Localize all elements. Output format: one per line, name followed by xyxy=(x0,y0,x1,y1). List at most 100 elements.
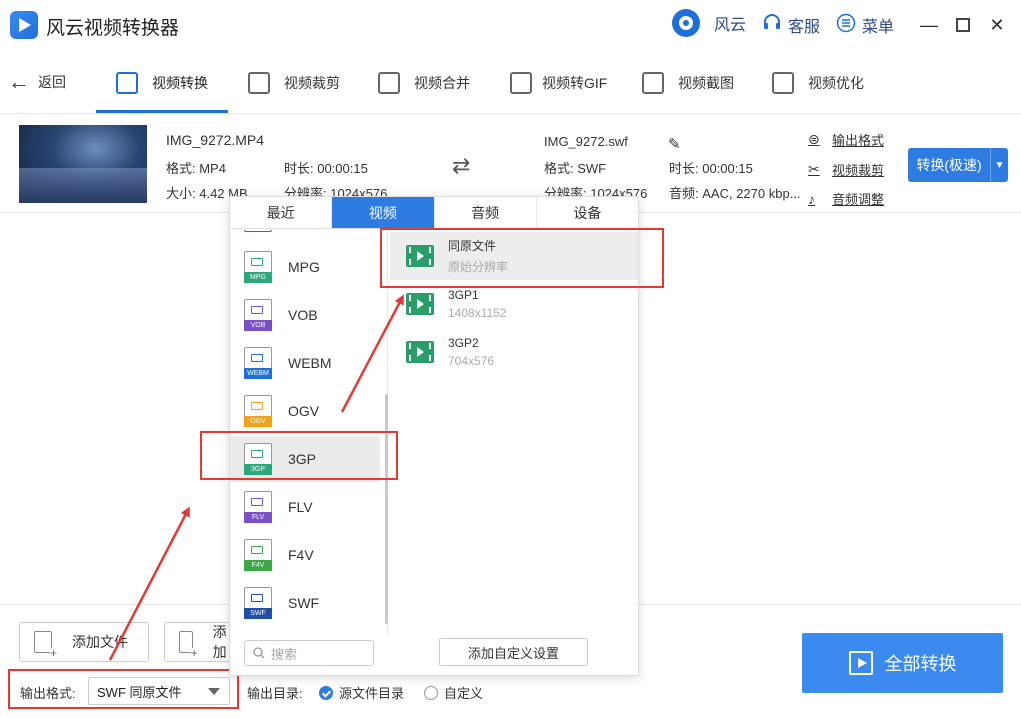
flv-file-icon: FLV xyxy=(244,491,272,523)
output-dir-label: 输出目录: xyxy=(247,686,303,701)
tab-video-optimize[interactable]: 视频优化 xyxy=(772,68,864,98)
target-filename: IMG_9272.swf xyxy=(544,134,628,149)
tab-device[interactable]: 设备 xyxy=(537,197,638,228)
output-format-link[interactable]: ⊜ 输出格式 xyxy=(808,130,884,149)
format-item-mpg[interactable]: MPG MPG xyxy=(230,244,380,290)
app-logo-icon xyxy=(10,11,38,39)
radio-label: 自定义 xyxy=(444,686,484,701)
convert-all-button[interactable]: 全部转换 xyxy=(802,633,1003,693)
format-item-ogv[interactable]: OGV OGV xyxy=(230,388,380,434)
source-format: 格式: MP4 xyxy=(166,161,226,176)
target-format: 格式: SWF xyxy=(544,161,607,176)
scissors-icon: ✂ xyxy=(808,161,820,177)
title-bar: 风云视频转换器 风云 客服 菜单 — ✕ xyxy=(0,0,1021,52)
tab-recent[interactable]: 最近 xyxy=(230,197,333,228)
video-crop-icon xyxy=(248,72,270,94)
audio-adjust-link[interactable]: ♪ 音频调整 xyxy=(808,189,884,208)
convert-button[interactable]: 转换(极速) xyxy=(908,148,990,182)
file-tag: MPG xyxy=(244,272,272,283)
format-item-vob[interactable]: VOB VOB xyxy=(230,292,380,338)
close-icon[interactable]: ✕ xyxy=(986,14,1008,36)
edit-icon[interactable]: ✎ xyxy=(668,135,681,153)
format-item-webm[interactable]: WEBM WEBM xyxy=(230,340,380,386)
video-crop-link[interactable]: ✂ 视频裁剪 xyxy=(808,160,884,179)
target-duration: 时长: 00:00:15 xyxy=(669,161,753,176)
tab-label: 视频合并 xyxy=(414,75,470,91)
user-label: 风云 xyxy=(714,17,747,34)
preset-resolution: 704x576 xyxy=(448,354,495,368)
format-name: VOB xyxy=(288,307,318,323)
target-audio: 音频: AAC, 2270 kbp... xyxy=(669,186,801,201)
video-film-icon xyxy=(406,293,434,315)
service-label: 客服 xyxy=(788,19,821,36)
music-note-icon: ♪ xyxy=(808,190,815,207)
link-label: 视频裁剪 xyxy=(832,163,885,178)
tab-label: 视频转换 xyxy=(152,75,208,91)
tab-video-merge[interactable]: 视频合并 xyxy=(378,68,470,98)
tab-audio[interactable]: 音频 xyxy=(435,197,537,228)
function-nav: ← 返回 视频转换 视频裁剪 视频合并 视频转GIF 视频截图 视频优化 xyxy=(0,56,1021,114)
format-icon: ⊜ xyxy=(808,131,820,147)
app-title: 风云视频转换器 xyxy=(46,18,180,39)
tab-video-convert[interactable]: 视频转换 xyxy=(116,68,208,98)
preset-3gp2[interactable]: 3GP2 704x576 xyxy=(390,328,638,376)
webm-file-icon: WEBM xyxy=(244,347,272,379)
tab-label: 视频转GIF xyxy=(542,75,608,91)
add-folder-button[interactable]: 添加 xyxy=(164,622,234,662)
convert-arrow-icon: ⇄ xyxy=(452,153,471,178)
source-filename: IMG_9272.MP4 xyxy=(166,132,265,148)
mpg-file-icon: MPG xyxy=(244,251,272,283)
format-category-tabs: 最近 视频 音频 设备 xyxy=(230,197,638,229)
preset-resolution: 1408x1152 xyxy=(448,306,507,320)
format-list-scrollbar[interactable] xyxy=(385,394,388,624)
radio-source-dir[interactable]: 源文件目录 xyxy=(319,683,404,702)
tab-video[interactable]: 视频 xyxy=(332,197,435,228)
format-item-swf[interactable]: SWF SWF xyxy=(230,580,380,626)
user-avatar-icon xyxy=(672,9,700,37)
add-custom-setting-button[interactable]: 添加自定义设置 xyxy=(439,638,588,666)
preset-name: 3GP1 xyxy=(448,288,479,302)
highlight-3gp xyxy=(200,431,398,480)
format-item-flv[interactable]: FLV FLV xyxy=(230,484,380,530)
tab-video-crop[interactable]: 视频裁剪 xyxy=(248,68,340,98)
tab-video-screenshot[interactable]: 视频截图 xyxy=(642,68,734,98)
file-tag: SWF xyxy=(244,608,272,619)
add-file-button[interactable]: 添加文件 xyxy=(19,622,149,662)
back-button[interactable]: ← 返回 xyxy=(8,71,66,93)
minimize-icon[interactable]: — xyxy=(918,14,940,36)
format-item-f4v[interactable]: F4V F4V xyxy=(230,532,380,578)
menu-button[interactable]: 菜单 xyxy=(836,12,894,38)
add-folder-icon xyxy=(179,631,198,658)
format-name: F4V xyxy=(288,547,314,563)
radio-custom-dir[interactable]: 自定义 xyxy=(424,683,483,702)
search-icon xyxy=(253,647,265,659)
optimize-icon xyxy=(772,72,794,94)
back-label: 返回 xyxy=(38,74,66,90)
add-file-label: 添加文件 xyxy=(72,634,128,650)
video-film-icon xyxy=(406,341,434,363)
format-item-partial xyxy=(230,230,380,234)
screenshot-icon xyxy=(642,72,664,94)
m4v-icon xyxy=(244,230,272,232)
link-label: 输出格式 xyxy=(832,133,885,148)
service-button[interactable]: 客服 xyxy=(762,12,820,38)
format-name: WEBM xyxy=(288,355,332,371)
swf-file-icon: SWF xyxy=(244,587,272,619)
convert-dropdown-icon[interactable]: ▼ xyxy=(990,148,1008,182)
file-tag: F4V xyxy=(244,560,272,571)
maximize-icon[interactable] xyxy=(952,14,974,36)
highlight-output-format xyxy=(8,669,239,709)
user-button[interactable]: 风云 xyxy=(672,9,747,37)
tab-label: 视频裁剪 xyxy=(284,75,340,91)
file-tag: FLV xyxy=(244,512,272,523)
video-thumbnail[interactable] xyxy=(19,125,147,203)
add-file-icon xyxy=(34,631,58,658)
link-label: 音频调整 xyxy=(832,192,885,207)
tab-video-gif[interactable]: 视频转GIF xyxy=(510,68,607,98)
play-icon xyxy=(848,651,873,675)
active-tab-indicator xyxy=(96,110,228,113)
format-search-input[interactable]: 搜索 xyxy=(244,640,374,666)
f4v-file-icon: F4V xyxy=(244,539,272,571)
tab-label: 视频优化 xyxy=(808,75,864,91)
highlight-same-as-source xyxy=(380,228,664,288)
